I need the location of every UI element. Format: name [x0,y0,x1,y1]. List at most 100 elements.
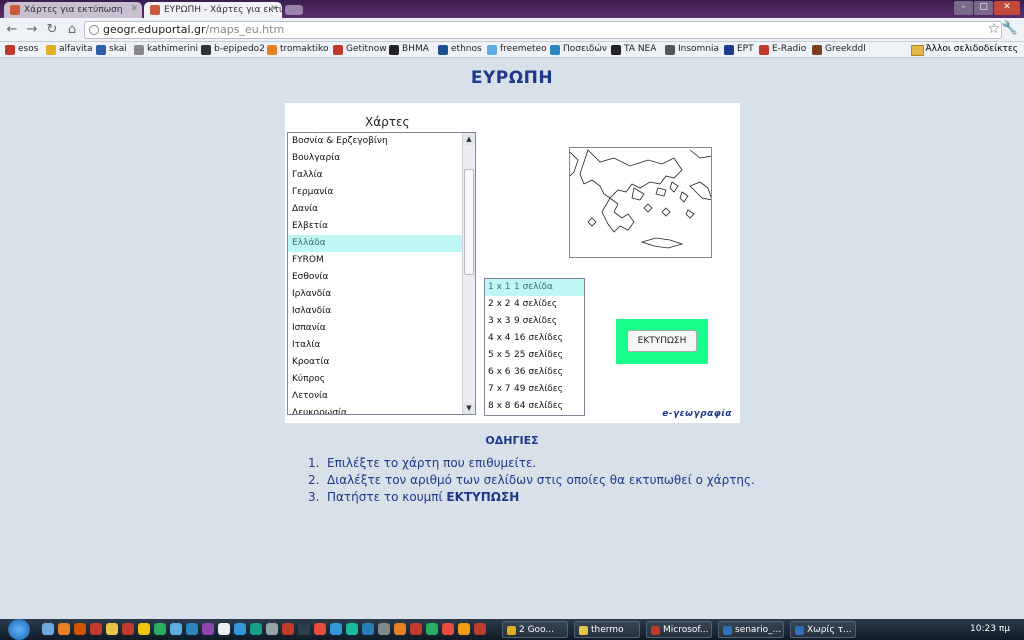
page-count-option[interactable]: 7 x 7 49 σελίδες [485,381,584,398]
new-tab-button[interactable] [285,5,303,15]
app-icon[interactable] [266,623,278,635]
app-icon[interactable] [298,623,310,635]
bookmark-ethnos[interactable]: ethnos [438,44,482,55]
app-icon[interactable] [234,623,246,635]
app-icon[interactable] [458,623,470,635]
app-icon[interactable] [250,623,262,635]
bookmark-e-radio[interactable]: E-Radio [759,44,806,55]
task-senario[interactable]: senario_... [718,621,784,638]
app-icon[interactable] [170,623,182,635]
map-option[interactable]: Κύπρος [288,371,462,388]
map-option[interactable]: Ισπανία [288,320,462,337]
start-button[interactable] [8,619,30,640]
app-icon[interactable] [74,623,86,635]
bookmark-esos[interactable]: esos [5,44,38,55]
task-label: 2 Goo... [519,625,554,635]
app-icon[interactable] [394,623,406,635]
map-option[interactable]: Γαλλία [288,167,462,184]
bookmark-skai[interactable]: skai [96,44,127,55]
map-option[interactable]: Λετονία [288,388,462,405]
app-icon[interactable] [314,623,326,635]
bookmark-alfavita[interactable]: alfavita [46,44,93,55]
page-count-option[interactable]: 5 x 5 25 σελίδες [485,347,584,364]
app-icon[interactable] [202,623,214,635]
app-icon[interactable] [346,623,358,635]
app-icon[interactable] [410,623,422,635]
task-chrome[interactable]: 2 Goo... [502,621,568,638]
bookmark-getitnow[interactable]: Getitnow [333,44,387,55]
wrench-icon[interactable]: 🔧 [1002,21,1018,36]
app-icon[interactable] [218,623,230,635]
home-icon[interactable]: ⌂ [64,22,80,38]
task-thermo[interactable]: thermo [574,621,640,638]
app-icon[interactable] [474,623,486,635]
map-option[interactable]: Λευκορωσία [288,405,462,414]
bookmark-vima[interactable]: ΒΗΜΑ [389,44,429,55]
map-option[interactable]: Βοσνία & Ερζεγοβίνη [288,133,462,150]
map-listbox[interactable]: Βοσνία & Ερζεγοβίνη Βουλγαρία Γαλλία Γερμαν… [287,132,476,415]
page-count-option[interactable]: 3 x 39 σελίδες [485,313,584,330]
map-option[interactable]: Δανία [288,201,462,218]
map-option[interactable]: Ισλανδία [288,303,462,320]
app-icon[interactable] [106,623,118,635]
app-icon[interactable] [186,623,198,635]
map-option[interactable]: Γερμανία [288,184,462,201]
bookmark-poseidon[interactable]: Ποσειδών [550,44,607,55]
task-untitled[interactable]: Χωρίς τ... [790,621,856,638]
scroll-down-icon[interactable]: ▼ [463,402,475,414]
map-option[interactable]: Ιρλανδία [288,286,462,303]
tab-europe[interactable]: ΕΥΡΩΠΗ - Χάρτες για εκτύπ ✕ [144,2,282,18]
map-option[interactable]: Ελβετία [288,218,462,235]
app-icon[interactable] [138,623,150,635]
ie-icon[interactable] [42,623,54,635]
scroll-thumb[interactable] [464,169,474,275]
bookmark-ta-nea[interactable]: TA NEA [611,44,656,55]
app-icon[interactable] [282,623,294,635]
map-option[interactable]: FYROM [288,252,462,269]
app-icon[interactable] [442,623,454,635]
bookmark-insomnia[interactable]: Insomnia [665,44,719,55]
map-option[interactable]: Βουλγαρία [288,150,462,167]
listbox-scrollbar[interactable]: ▲ ▼ [462,133,475,414]
pages-listbox[interactable]: 1 x 11 σελίδα 2 x 24 σελίδες 3 x 39 σελίδε… [484,278,585,416]
app-icon[interactable] [90,623,102,635]
bookmark-greekddl[interactable]: Greekddl [812,44,866,55]
page-count-option[interactable]: 4 x 4 16 σελίδες [485,330,584,347]
firefox-icon[interactable] [58,623,70,635]
map-option[interactable]: Ελλάδα [288,235,462,252]
scroll-up-icon[interactable]: ▲ [463,133,475,145]
print-button[interactable]: ΕΚΤΥΠΩΣΗ [627,330,697,352]
task-microsoft[interactable]: Microsof... [646,621,712,638]
close-tab-icon[interactable]: ✕ [270,4,278,14]
page-count-option[interactable]: 2 x 24 σελίδες [485,296,584,313]
app-icon[interactable] [154,623,166,635]
app-icon[interactable] [426,623,438,635]
map-option[interactable]: Εσθονία [288,269,462,286]
app-icon[interactable] [122,623,134,635]
map-option[interactable]: Κροατία [288,354,462,371]
bookmark-b-epipedo2[interactable]: b-epipedo2 [201,44,265,55]
close-tab-icon[interactable]: ✕ [130,4,138,14]
bookmark-kathimerini[interactable]: kathimerini [134,44,198,55]
back-arrow-icon[interactable]: ← [4,22,20,38]
bookmark-ert[interactable]: ΕΡΤ [724,44,754,55]
app-icon[interactable] [330,623,342,635]
bookmark-tromaktiko[interactable]: tromaktiko [267,44,328,55]
close-window-icon[interactable]: ✕ [994,1,1020,15]
bookmark-star-icon[interactable]: ☆ [987,21,1000,37]
reload-icon[interactable]: ↻ [44,22,60,38]
address-bar[interactable]: geogr.eduportal.gr/maps_eu.htm [84,21,1002,39]
page-count-option[interactable]: 6 x 6 36 σελίδες [485,364,584,381]
tab-print-maps[interactable]: Χάρτες για εκτύπωση ✕ [4,2,142,18]
page-count-option[interactable]: 1 x 11 σελίδα [485,279,584,296]
map-option[interactable]: Ιταλία [288,337,462,354]
maximize-icon[interactable]: □ [974,1,993,15]
app-icon[interactable] [378,623,390,635]
clock[interactable]: 10:23 πμ [970,624,1010,634]
other-bookmarks-folder[interactable]: Άλλοι σελιδοδείκτες [911,44,1018,56]
app-icon[interactable] [362,623,374,635]
minimize-icon[interactable]: – [954,1,973,15]
forward-arrow-icon[interactable]: → [24,22,40,38]
page-count-option[interactable]: 8 x 8 64 σελίδες [485,398,584,415]
bookmark-freemeteo[interactable]: freemeteo [487,44,547,55]
